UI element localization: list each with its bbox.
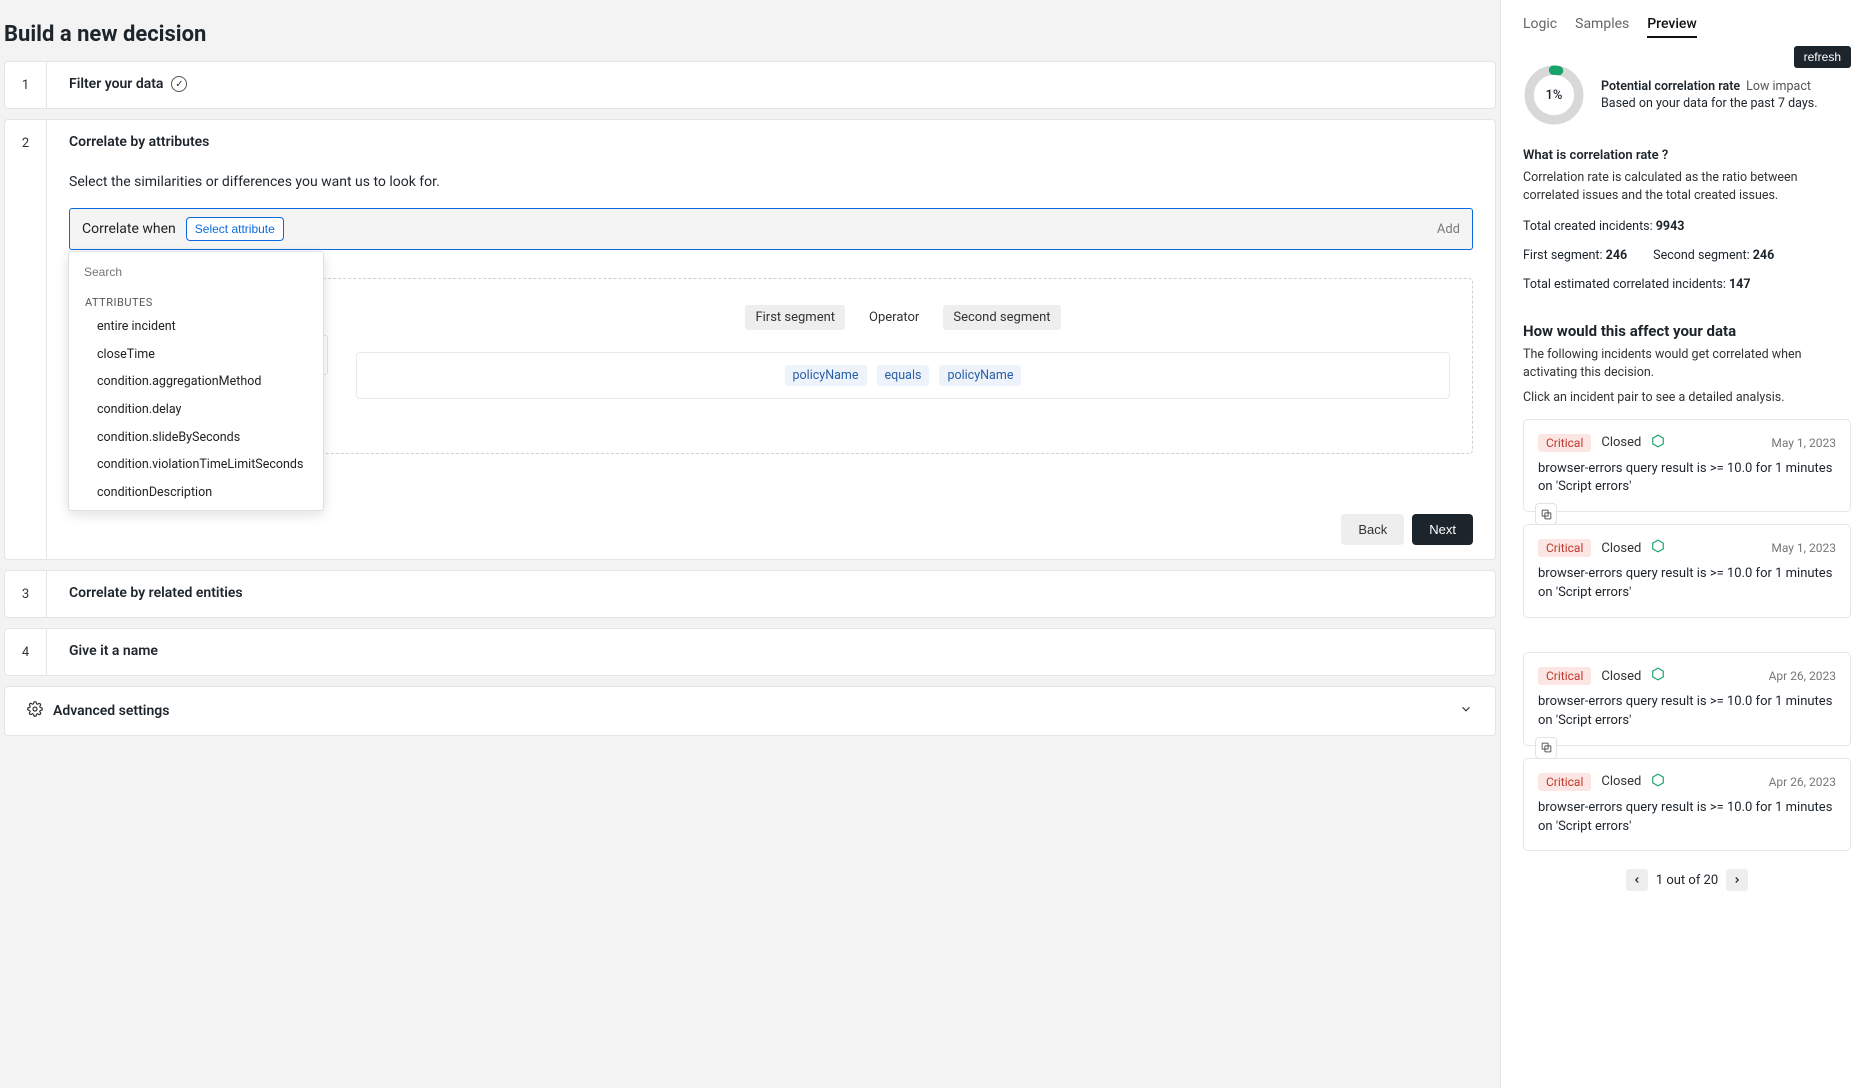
pager-next-button[interactable] bbox=[1726, 869, 1748, 891]
entity-icon bbox=[1651, 667, 1665, 685]
side-panel: › Logic Samples Preview refresh 1% Poten… bbox=[1500, 0, 1873, 1088]
rate-answer: Correlation rate is calculated as the ra… bbox=[1523, 169, 1851, 205]
incident-state: Closed bbox=[1601, 541, 1641, 556]
col-operator: Operator bbox=[859, 305, 929, 330]
pair-link-icon bbox=[1535, 503, 1557, 525]
dropdown-item[interactable]: condition.delay bbox=[69, 396, 323, 424]
incident-card[interactable]: Critical Closed Apr 26, 2023 browser-err… bbox=[1523, 652, 1851, 746]
refresh-button[interactable]: refresh bbox=[1794, 46, 1851, 68]
gear-icon bbox=[27, 701, 43, 721]
step-title: Correlate by attributes bbox=[69, 134, 209, 150]
affect-p2: Click an incident pair to see a detailed… bbox=[1523, 389, 1851, 407]
dropdown-item[interactable]: conditionDescription bbox=[69, 479, 323, 507]
gauge-text: Potential correlation rate Low impact Bas… bbox=[1601, 78, 1818, 113]
first-segment-count: First segment: 246 bbox=[1523, 248, 1627, 263]
select-attribute-button[interactable]: Select attribute bbox=[186, 217, 284, 241]
incident-date: Apr 26, 2023 bbox=[1769, 775, 1836, 789]
severity-badge: Critical bbox=[1538, 667, 1591, 685]
second-segment-count: Second segment: 246 bbox=[1653, 248, 1774, 263]
step-description: Select the similarities or differences y… bbox=[69, 174, 1473, 190]
rule-op: equals bbox=[877, 365, 930, 386]
next-button[interactable]: Next bbox=[1412, 514, 1473, 545]
step-number: 2 bbox=[5, 120, 47, 559]
rule-first: policyName bbox=[785, 365, 867, 386]
col-first-segment: First segment bbox=[745, 305, 845, 330]
step-number: 4 bbox=[5, 629, 47, 675]
severity-badge: Critical bbox=[1538, 773, 1591, 791]
incident-date: May 1, 2023 bbox=[1771, 541, 1836, 555]
incident-card[interactable]: Critical Closed Apr 26, 2023 browser-err… bbox=[1523, 758, 1851, 852]
dropdown-item[interactable]: condition.violationTimeLimitSeconds bbox=[69, 451, 323, 479]
incident-state: Closed bbox=[1601, 774, 1641, 789]
tab-samples[interactable]: Samples bbox=[1575, 16, 1629, 38]
pager-label: 1 out of 20 bbox=[1656, 873, 1718, 888]
dropdown-item[interactable]: condition.aggregationMethod bbox=[69, 368, 323, 396]
collapse-panel-button[interactable]: › bbox=[1500, 540, 1501, 576]
step-number: 3 bbox=[5, 571, 47, 617]
incident-card[interactable]: Critical Closed May 1, 2023 browser-erro… bbox=[1523, 419, 1851, 513]
pager: 1 out of 20 bbox=[1523, 869, 1851, 891]
rate-question: What is correlation rate ? bbox=[1523, 148, 1851, 163]
incident-state: Closed bbox=[1601, 669, 1641, 684]
incident-card[interactable]: Critical Closed May 1, 2023 browser-erro… bbox=[1523, 524, 1851, 618]
dropdown-item[interactable]: closeTime bbox=[69, 341, 323, 369]
correlate-bar: Correlate when Select attribute Add ATTR… bbox=[69, 208, 1473, 250]
gauge-title: Potential correlation rate bbox=[1601, 79, 1740, 94]
side-tabs: Logic Samples Preview bbox=[1523, 16, 1851, 38]
incident-message: browser-errors query result is >= 10.0 f… bbox=[1538, 460, 1836, 498]
pager-prev-button[interactable] bbox=[1626, 869, 1648, 891]
incident-message: browser-errors query result is >= 10.0 f… bbox=[1538, 799, 1836, 837]
severity-badge: Critical bbox=[1538, 434, 1591, 452]
page-title: Build a new decision bbox=[0, 0, 1500, 61]
tab-logic[interactable]: Logic bbox=[1523, 16, 1557, 38]
advanced-title: Advanced settings bbox=[53, 703, 1449, 719]
col-second-segment: Second segment bbox=[943, 305, 1060, 330]
gauge-impact: Low impact bbox=[1746, 79, 1811, 94]
rule-second: policyName bbox=[939, 365, 1021, 386]
back-button[interactable]: Back bbox=[1341, 514, 1404, 545]
rule-row: policyName equals policyName bbox=[356, 352, 1450, 399]
correlation-gauge: 1% bbox=[1523, 64, 1585, 126]
gauge-subtitle: Based on your data for the past 7 days. bbox=[1601, 95, 1818, 113]
check-circle-icon: ✓ bbox=[171, 76, 187, 92]
entity-icon bbox=[1651, 773, 1665, 791]
affect-heading: How would this affect your data bbox=[1523, 322, 1851, 340]
dropdown-search-input[interactable] bbox=[78, 260, 314, 284]
estimated-correlated: Total estimated correlated incidents: 14… bbox=[1523, 277, 1851, 292]
gauge-percent: 1% bbox=[1523, 64, 1585, 126]
severity-badge: Critical bbox=[1538, 539, 1591, 557]
entity-icon bbox=[1651, 539, 1665, 557]
affect-p1: The following incidents would get correl… bbox=[1523, 346, 1851, 382]
main-column: Build a new decision 1 Filter your data … bbox=[0, 0, 1500, 1088]
tab-preview[interactable]: Preview bbox=[1647, 16, 1697, 38]
advanced-settings[interactable]: Advanced settings bbox=[4, 686, 1496, 736]
incident-date: May 1, 2023 bbox=[1771, 436, 1836, 450]
attribute-dropdown: ATTRIBUTES entire incident closeTime con… bbox=[68, 251, 324, 511]
step-title: Filter your data bbox=[69, 76, 163, 92]
step-title: Give it a name bbox=[69, 643, 158, 659]
step-correlate: 2 Correlate by attributes Select the sim… bbox=[4, 119, 1496, 560]
step-number: 1 bbox=[5, 62, 47, 108]
step-title: Correlate by related entities bbox=[69, 585, 243, 601]
step-filter[interactable]: 1 Filter your data ✓ bbox=[4, 61, 1496, 109]
dropdown-group-label: ATTRIBUTES bbox=[69, 288, 323, 313]
total-created: Total created incidents: 9943 bbox=[1523, 219, 1851, 234]
incident-message: browser-errors query result is >= 10.0 f… bbox=[1538, 565, 1836, 603]
dropdown-item[interactable]: condition.slideBySeconds bbox=[69, 424, 323, 452]
chevron-down-icon bbox=[1459, 702, 1473, 720]
incident-date: Apr 26, 2023 bbox=[1769, 669, 1836, 683]
add-link[interactable]: Add bbox=[1437, 222, 1460, 237]
incident-message: browser-errors query result is >= 10.0 f… bbox=[1538, 693, 1836, 731]
incident-state: Closed bbox=[1601, 435, 1641, 450]
dropdown-item[interactable]: entire incident bbox=[69, 313, 323, 341]
entity-icon bbox=[1651, 434, 1665, 452]
pair-link-icon bbox=[1535, 737, 1557, 759]
correlate-when-label: Correlate when bbox=[82, 221, 176, 237]
step-entities[interactable]: 3 Correlate by related entities bbox=[4, 570, 1496, 618]
step-name[interactable]: 4 Give it a name bbox=[4, 628, 1496, 676]
